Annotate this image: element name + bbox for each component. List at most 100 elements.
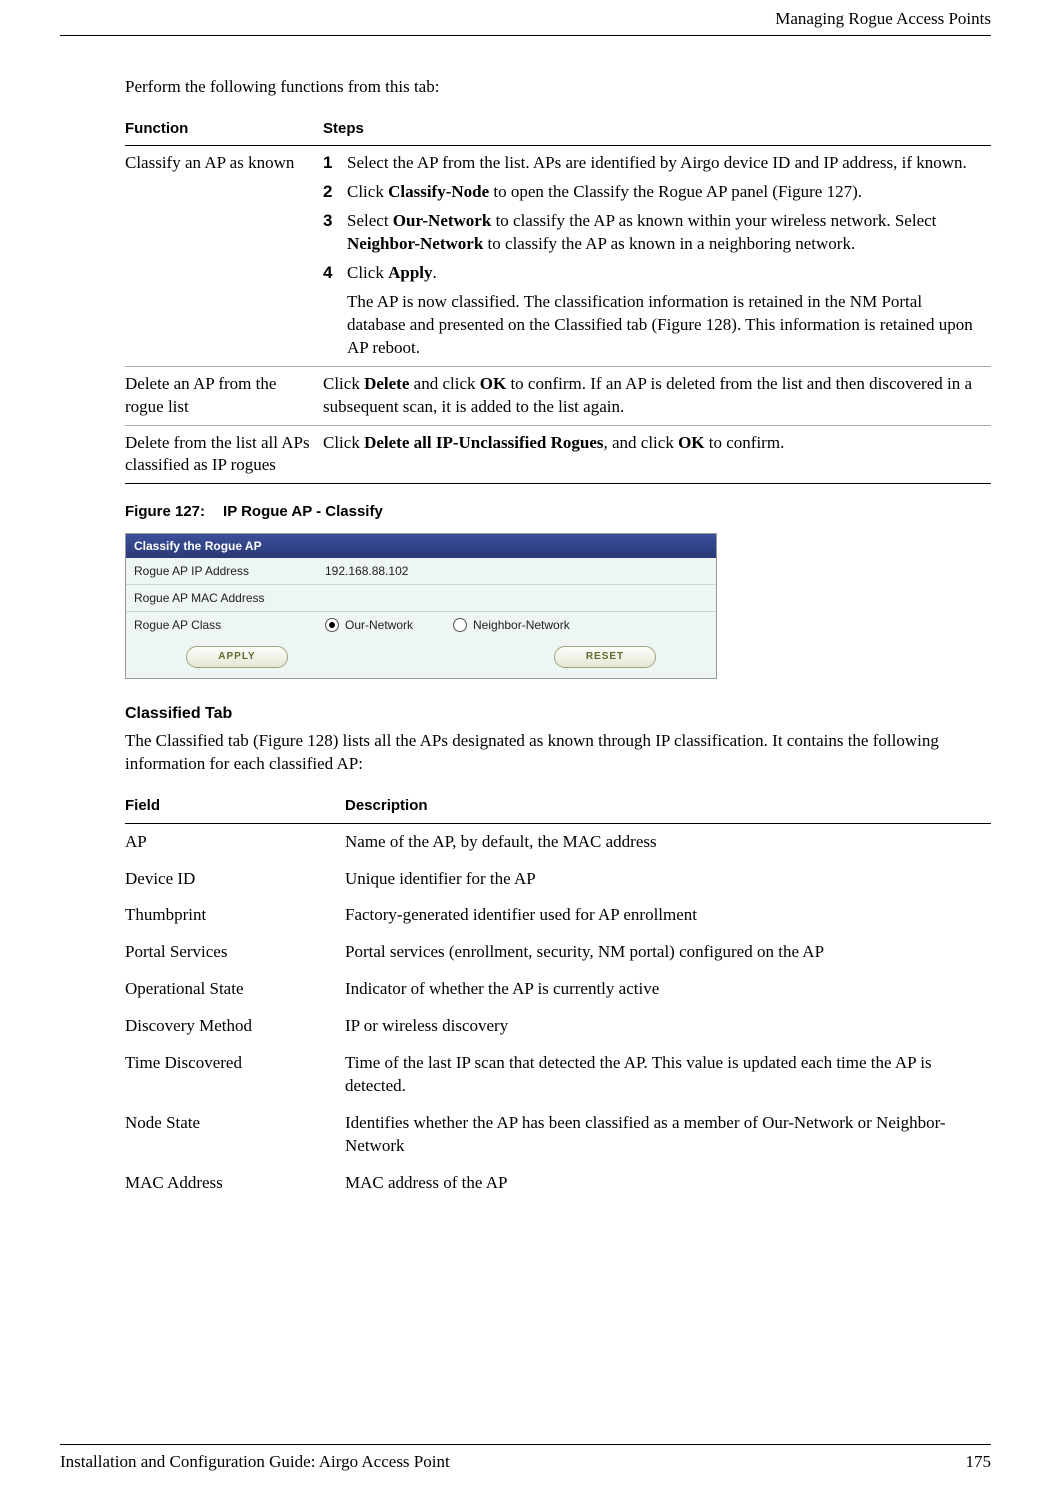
bold-term: Our-Network — [393, 211, 492, 230]
col-header-function: Function — [125, 113, 323, 146]
bold-term: Apply — [388, 263, 432, 282]
field-cell: Discovery Method — [125, 1008, 345, 1045]
col-header-steps: Steps — [323, 113, 991, 146]
fields-table: Field Description APName of the AP, by d… — [125, 790, 991, 1202]
figure-number: Figure 127: — [125, 503, 205, 520]
field-cell: Thumbprint — [125, 897, 345, 934]
col-header-field: Field — [125, 790, 345, 823]
table-row: Discovery MethodIP or wireless discovery — [125, 1008, 991, 1045]
field-cell: AP — [125, 823, 345, 860]
steps-cell: Click Delete all IP-Unclassified Rogues,… — [323, 425, 991, 484]
figure-title: IP Rogue AP - Classify — [223, 503, 383, 520]
intro-paragraph: Perform the following functions from thi… — [125, 76, 991, 99]
row-label: Rogue AP Class — [126, 612, 317, 638]
text: to open the Classify the Rogue AP panel … — [489, 182, 862, 201]
ip-value: 192.168.88.102 — [325, 563, 408, 579]
step-text: Select Our-Network to classify the AP as… — [347, 210, 983, 256]
step-number: 4 — [323, 262, 337, 285]
desc-cell: Time of the last IP scan that detected t… — [345, 1045, 991, 1105]
text: Click — [323, 433, 364, 452]
panel-row-class: Rogue AP Class Our-Network Neighbor-Netw… — [126, 612, 716, 638]
text: to classify the AP as known in a neighbo… — [483, 234, 855, 253]
footer-doc-title: Installation and Configuration Guide: Ai… — [60, 1451, 450, 1474]
footer-rule — [60, 1444, 991, 1445]
text: to classify the AP as known within your … — [491, 211, 936, 230]
function-cell: Delete an AP from the rogue list — [125, 366, 323, 425]
field-cell: Time Discovered — [125, 1045, 345, 1105]
radio-icon — [325, 618, 339, 632]
text: Click — [347, 263, 388, 282]
footer-page-number: 175 — [966, 1451, 992, 1474]
table-row: Portal ServicesPortal services (enrollme… — [125, 934, 991, 971]
col-header-description: Description — [345, 790, 991, 823]
text: , and click — [603, 433, 678, 452]
row-label: Rogue AP IP Address — [126, 558, 317, 584]
figure-127-panel: Classify the Rogue AP Rogue AP IP Addres… — [125, 533, 717, 679]
desc-cell: Indicator of whether the AP is currently… — [345, 971, 991, 1008]
panel-button-bar: APPLY RESET — [126, 638, 716, 678]
bold-term: Classify-Node — [388, 182, 489, 201]
step-number: 3 — [323, 210, 337, 256]
desc-cell: MAC address of the AP — [345, 1165, 991, 1202]
desc-cell: Portal services (enrollment, security, N… — [345, 934, 991, 971]
text: . — [433, 263, 437, 282]
table-row: Delete an AP from the rogue list Click D… — [125, 366, 991, 425]
table-row: Node StateIdentifies whether the AP has … — [125, 1105, 991, 1165]
table-row: Operational StateIndicator of whether th… — [125, 971, 991, 1008]
field-cell: Node State — [125, 1105, 345, 1165]
apply-button[interactable]: APPLY — [186, 646, 288, 668]
reset-button[interactable]: RESET — [554, 646, 656, 668]
table-row: APName of the AP, by default, the MAC ad… — [125, 823, 991, 860]
text: to confirm. — [705, 433, 785, 452]
top-rule — [60, 35, 991, 36]
radio-label: Neighbor-Network — [473, 617, 570, 633]
panel-titlebar: Classify the Rogue AP — [126, 534, 716, 558]
bold-term: OK — [678, 433, 704, 452]
field-cell: MAC Address — [125, 1165, 345, 1202]
function-cell: Classify an AP as known — [125, 146, 323, 367]
step-text: Click Apply. — [347, 262, 983, 285]
radio-icon — [453, 618, 467, 632]
step-number: 2 — [323, 181, 337, 204]
text: Click — [323, 374, 364, 393]
section-heading-classified: Classified Tab — [125, 703, 991, 725]
table-row: Time DiscoveredTime of the last IP scan … — [125, 1045, 991, 1105]
function-cell: Delete from the list all APs classified … — [125, 425, 323, 484]
table-row: MAC AddressMAC address of the AP — [125, 1165, 991, 1202]
bold-term: Delete — [364, 374, 409, 393]
radio-neighbor-network[interactable]: Neighbor-Network — [453, 617, 570, 633]
functions-table: Function Steps Classify an AP as known 1… — [125, 113, 991, 485]
step-text: Select the AP from the list. APs are ide… — [347, 152, 983, 175]
text: Click — [347, 182, 388, 201]
desc-cell: Factory-generated identifier used for AP… — [345, 897, 991, 934]
steps-cell: Click Delete and click OK to confirm. If… — [323, 366, 991, 425]
desc-cell: Identifies whether the AP has been class… — [345, 1105, 991, 1165]
radio-our-network[interactable]: Our-Network — [325, 617, 413, 633]
bold-term: Delete all IP-Unclassified Rogues — [364, 433, 603, 452]
text: Select — [347, 211, 393, 230]
desc-cell: Unique identifier for the AP — [345, 861, 991, 898]
row-value: Our-Network Neighbor-Network — [317, 612, 716, 638]
field-cell: Operational State — [125, 971, 345, 1008]
bold-term: OK — [480, 374, 506, 393]
bold-term: Neighbor-Network — [347, 234, 483, 253]
running-head: Managing Rogue Access Points — [60, 0, 991, 35]
table-row: Delete from the list all APs classified … — [125, 425, 991, 484]
figure-caption: Figure 127: IP Rogue AP - Classify — [125, 502, 991, 522]
table-row: ThumbprintFactory-generated identifier u… — [125, 897, 991, 934]
step-note: The AP is now classified. The classifica… — [347, 291, 983, 360]
radio-label: Our-Network — [345, 617, 413, 633]
row-value — [317, 593, 716, 603]
field-cell: Device ID — [125, 861, 345, 898]
desc-cell: Name of the AP, by default, the MAC addr… — [345, 823, 991, 860]
row-label: Rogue AP MAC Address — [126, 585, 317, 611]
panel-row-ip: Rogue AP IP Address 192.168.88.102 — [126, 558, 716, 585]
step-number: 1 — [323, 152, 337, 175]
field-cell: Portal Services — [125, 934, 345, 971]
desc-cell: IP or wireless discovery — [345, 1008, 991, 1045]
steps-cell: 1 Select the AP from the list. APs are i… — [323, 146, 991, 367]
panel-row-mac: Rogue AP MAC Address — [126, 585, 716, 612]
row-value: 192.168.88.102 — [317, 558, 716, 584]
table-row: Classify an AP as known 1 Select the AP … — [125, 146, 991, 367]
text: and click — [409, 374, 479, 393]
